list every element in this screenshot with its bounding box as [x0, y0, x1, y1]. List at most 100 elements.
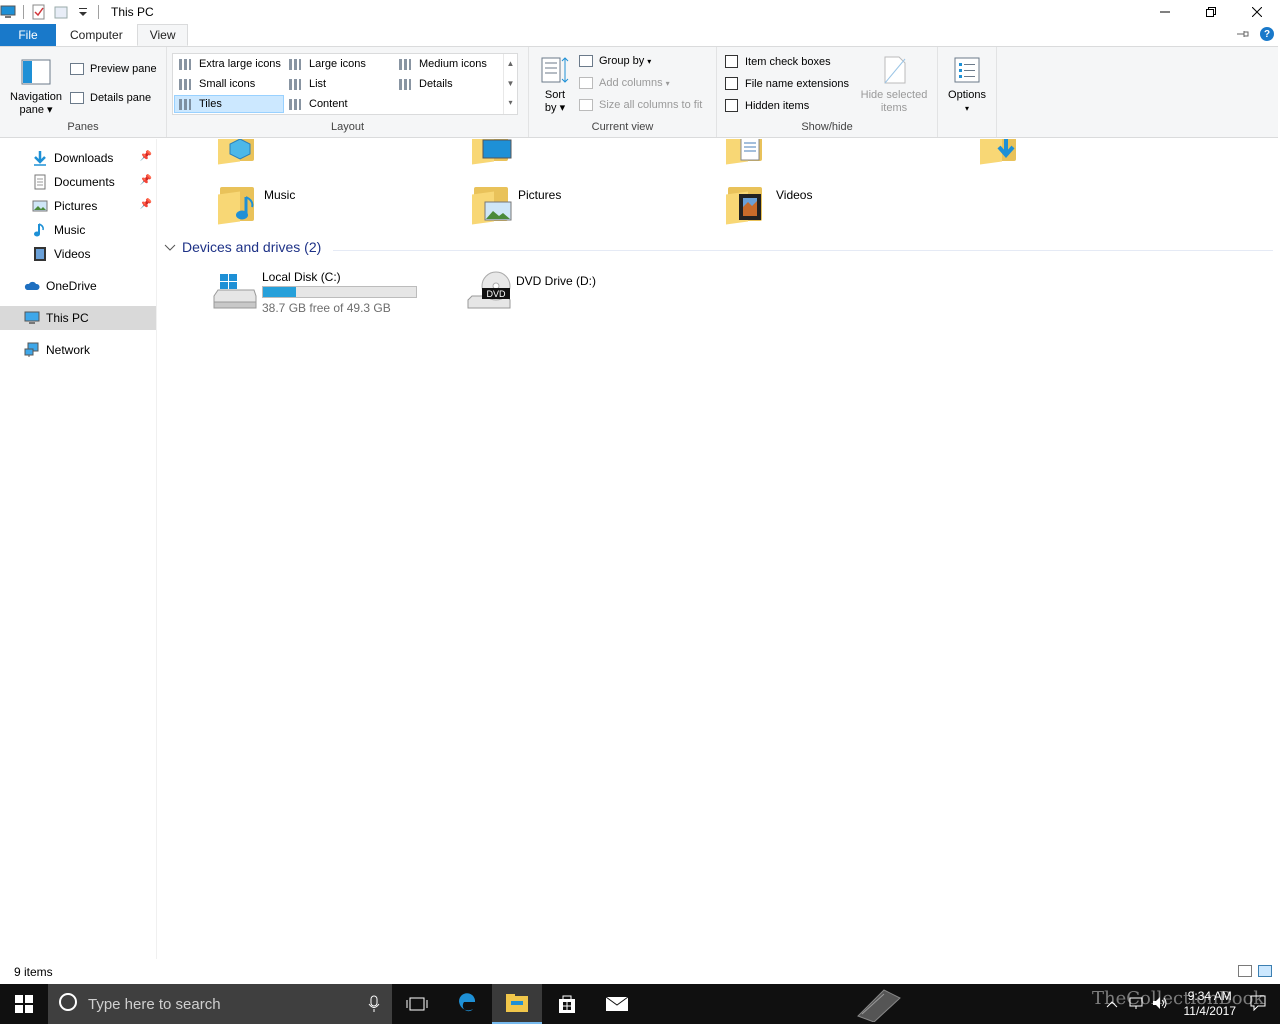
music-note-icon: [32, 222, 48, 238]
preview-pane-icon: [70, 63, 84, 75]
drive-name: Local Disk (C:): [262, 270, 341, 284]
options-button[interactable]: Options ▾: [942, 55, 992, 115]
layout-gallery-scroller[interactable]: ▲ ▼ ▾: [503, 54, 517, 114]
navigation-pane-button[interactable]: Navigation pane ▾: [6, 57, 66, 117]
devices-and-drives-header[interactable]: Devices and drives (2): [164, 239, 321, 255]
tab-computer[interactable]: Computer: [56, 24, 137, 46]
search-placeholder: Type here to search: [88, 995, 221, 1013]
group-panes: Navigation pane ▾ Preview pane Details p…: [0, 47, 167, 137]
file-explorer-icon: [506, 994, 528, 1012]
search-circle-icon: [58, 992, 78, 1016]
add-columns-button[interactable]: Add columns ▾: [579, 77, 670, 89]
nav-item-label: Videos: [54, 247, 91, 261]
scroll-up-icon[interactable]: ▲: [504, 54, 517, 74]
properties-icon[interactable]: [31, 4, 47, 20]
group-label-current-view: Current view: [591, 121, 654, 133]
details-view-toggle-icon[interactable]: [1238, 965, 1252, 977]
content-icon: [289, 98, 301, 110]
file-explorer-button[interactable]: [492, 984, 542, 1024]
help-button[interactable]: ?: [1260, 27, 1274, 41]
mail-button[interactable]: [592, 984, 642, 1024]
preview-pane-button[interactable]: Preview pane: [70, 63, 157, 75]
nav-item-onedrive[interactable]: OneDrive: [0, 274, 156, 298]
taskbar-search-box[interactable]: Type here to search: [48, 984, 392, 1024]
tiles-icon: [179, 98, 191, 110]
nav-item-network[interactable]: Network: [0, 338, 156, 362]
minimize-button[interactable]: [1142, 0, 1188, 24]
layout-content[interactable]: Content: [285, 95, 395, 113]
window-title: This PC: [111, 5, 154, 19]
videos-folder-icon: [726, 183, 766, 225]
group-by-button[interactable]: Group by ▾: [579, 55, 651, 67]
task-view-button[interactable]: [392, 984, 442, 1024]
nav-item-pictures[interactable]: Pictures 📌: [0, 194, 156, 218]
ribbon-tab-strip: File Computer View ?: [0, 24, 1280, 46]
store-button[interactable]: [542, 984, 592, 1024]
hidden-items-checkbox[interactable]: [725, 99, 738, 112]
folder-tile-documents[interactable]: [726, 139, 772, 165]
list-icon: [289, 78, 301, 90]
details-pane-button[interactable]: Details pane: [70, 92, 151, 104]
item-check-boxes-toggle[interactable]: Item check boxes: [725, 55, 831, 68]
microphone-icon[interactable]: [368, 995, 380, 1017]
close-button[interactable]: [1234, 0, 1280, 24]
3d-objects-folder-icon: [218, 139, 258, 165]
file-name-extensions-checkbox[interactable]: [725, 77, 738, 90]
layout-large-icons[interactable]: Large icons: [285, 55, 395, 73]
video-icon: [32, 246, 48, 262]
layout-option-label: Medium icons: [419, 58, 487, 70]
folder-tile-desktop[interactable]: [472, 139, 518, 165]
pin-ribbon-icon[interactable]: [1236, 29, 1250, 39]
pictures-icon: [32, 198, 48, 214]
layout-small-icons[interactable]: Small icons: [175, 75, 285, 93]
computer-icon: [24, 310, 40, 326]
customize-qat-chevron-icon[interactable]: [75, 4, 91, 20]
layout-details[interactable]: Details: [395, 75, 503, 93]
restore-button[interactable]: [1188, 0, 1234, 24]
preview-pane-label: Preview pane: [90, 63, 157, 75]
folder-tile-3d-objects[interactable]: [218, 139, 264, 165]
new-folder-icon[interactable]: [53, 4, 69, 20]
qat-separator: [23, 5, 24, 19]
layout-extra-large-icons[interactable]: Extra large icons: [175, 55, 285, 73]
tab-file[interactable]: File: [0, 24, 56, 46]
folder-tile-pictures[interactable]: Pictures: [472, 183, 561, 225]
folder-tile-videos[interactable]: Videos: [726, 183, 812, 225]
layout-tiles[interactable]: Tiles: [174, 95, 284, 113]
tab-view[interactable]: View: [136, 24, 189, 46]
drive-tile-c[interactable]: Local Disk (C:) 38.7 GB free of 49.3 GB: [212, 270, 417, 315]
collapse-chevron-icon[interactable]: [164, 239, 176, 255]
item-check-boxes-checkbox[interactable]: [725, 55, 738, 68]
scroll-down-icon[interactable]: ▼: [504, 74, 517, 94]
pictures-folder-icon: [472, 183, 512, 225]
hide-selected-label-2: items: [880, 102, 908, 114]
file-name-extensions-toggle[interactable]: File name extensions: [725, 77, 849, 90]
nav-item-videos[interactable]: Videos: [0, 242, 156, 266]
sort-by-button[interactable]: Sort by ▾: [537, 55, 573, 115]
hide-selected-items-button[interactable]: Hide selected items: [857, 55, 931, 115]
size-all-columns-button[interactable]: Size all columns to fit: [579, 99, 702, 111]
group-options: Options ▾: [938, 47, 997, 137]
large-icons-view-toggle-icon[interactable]: [1258, 965, 1272, 977]
hidden-items-label: Hidden items: [745, 99, 810, 112]
nav-item-this-pc[interactable]: This PC: [0, 306, 156, 330]
nav-item-documents[interactable]: Documents 📌: [0, 170, 156, 194]
nav-item-downloads[interactable]: Downloads 📌: [0, 146, 156, 170]
pin-icon[interactable]: 📌: [140, 151, 152, 162]
network-icon: [24, 342, 40, 358]
layout-list[interactable]: List: [285, 75, 395, 93]
start-button[interactable]: [0, 984, 48, 1024]
ribbon-view: Navigation pane ▾ Preview pane Details p…: [0, 46, 1278, 138]
layout-medium-icons[interactable]: Medium icons: [395, 55, 503, 73]
drive-usage-bar: [262, 286, 417, 298]
expand-gallery-icon[interactable]: ▾: [504, 94, 517, 112]
pin-icon[interactable]: 📌: [140, 199, 152, 210]
folder-tile-music[interactable]: Music: [218, 183, 295, 225]
pin-icon[interactable]: 📌: [140, 175, 152, 186]
folder-tile-downloads[interactable]: [980, 139, 1026, 165]
edge-browser-button[interactable]: [442, 984, 492, 1024]
hidden-items-toggle[interactable]: Hidden items: [725, 99, 809, 112]
drive-tile-d[interactable]: DVD DVD Drive (D:): [466, 270, 596, 312]
nav-item-music[interactable]: Music: [0, 218, 156, 242]
download-arrow-icon: [32, 150, 48, 166]
